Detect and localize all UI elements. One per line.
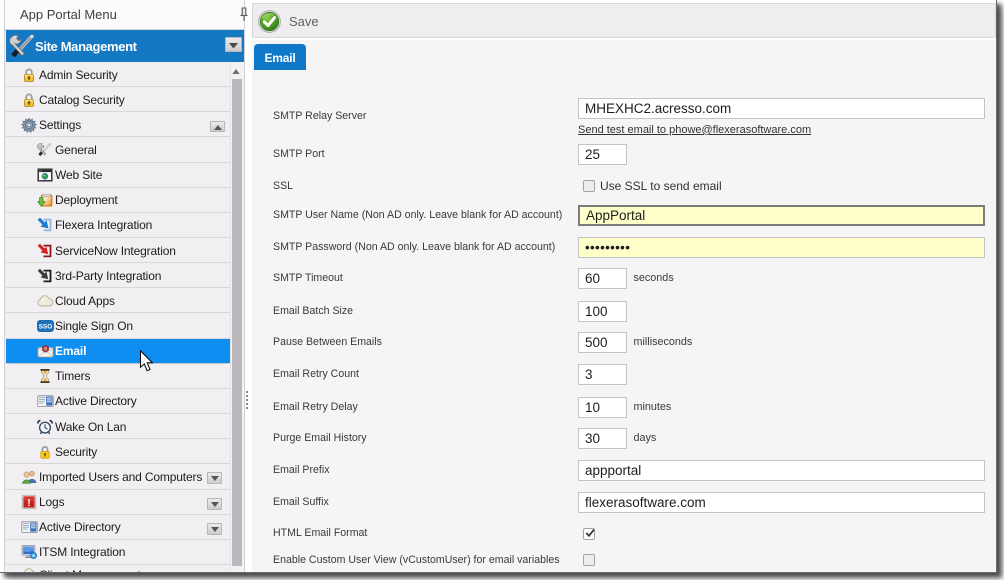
svg-text:SSO: SSO — [39, 324, 53, 331]
svg-text:!: ! — [27, 497, 31, 509]
